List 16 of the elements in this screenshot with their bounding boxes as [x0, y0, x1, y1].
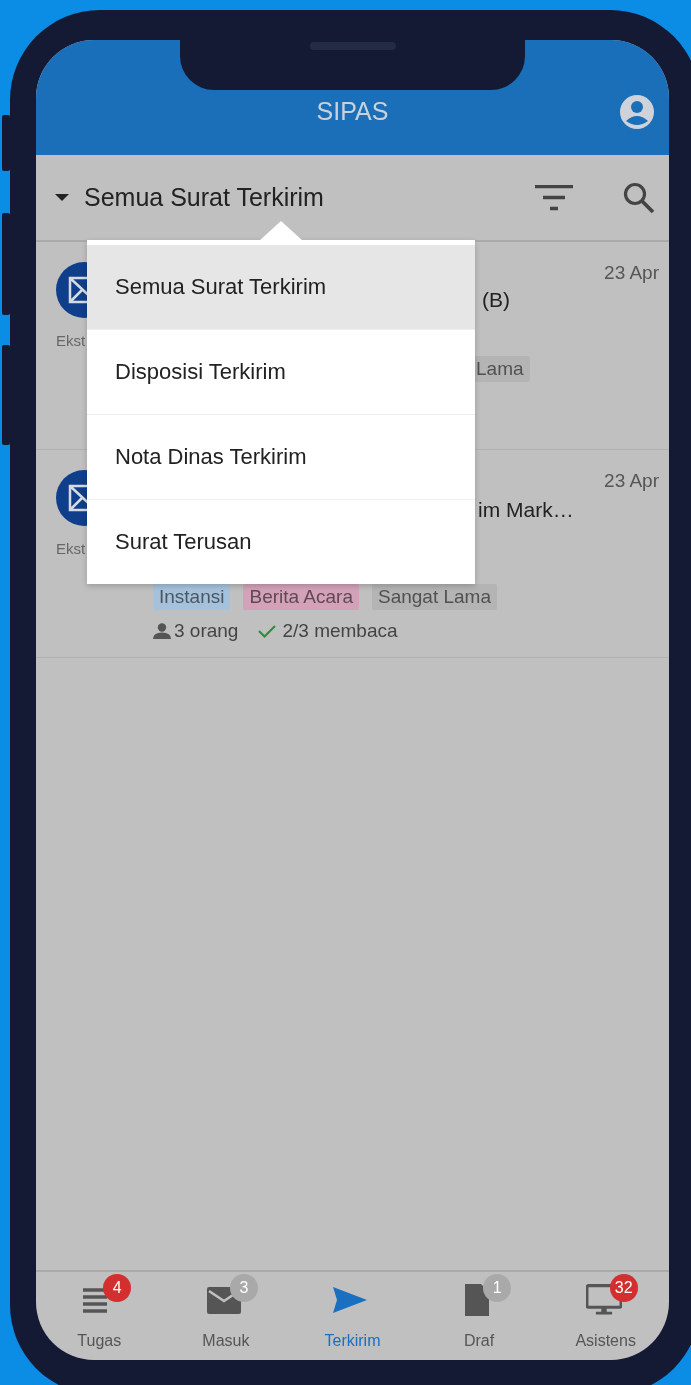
app-title: SIPAS	[316, 96, 389, 126]
letter-date: 23 Apr	[604, 262, 659, 284]
count-badge: 3	[229, 1274, 258, 1302]
sender-type: Ekst	[56, 332, 87, 349]
tag: Sangat Lama	[372, 584, 497, 610]
letter-title: (B)	[482, 288, 510, 311]
letter-title: im Mark…	[478, 498, 574, 521]
count-badge: 4	[103, 1274, 132, 1302]
tag: Instansi	[153, 584, 231, 610]
letter-date: 23 Apr	[604, 470, 659, 492]
tag: Berita Acara	[243, 584, 359, 610]
recipient-count: 3 orang	[174, 620, 239, 642]
count-badge: 1	[483, 1274, 512, 1302]
filter-label: Semua Surat Terkirim	[84, 183, 324, 212]
read-status: 2/3 membaca	[282, 620, 398, 642]
count-badge: 32	[609, 1274, 638, 1302]
